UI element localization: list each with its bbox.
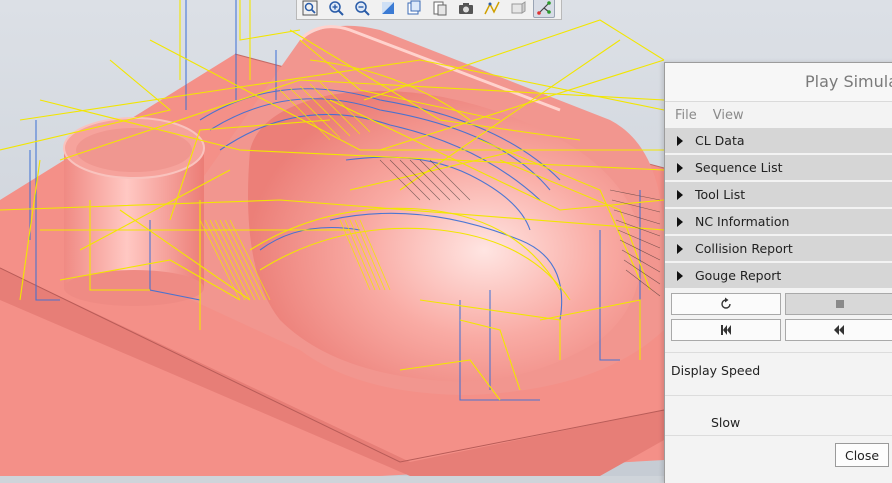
expand-arrow-icon	[677, 216, 683, 227]
section-nc-information[interactable]: NC Information	[665, 209, 892, 234]
step-back-button[interactable]	[785, 319, 892, 341]
hide-icon[interactable]	[507, 0, 529, 18]
expand-arrow-icon	[677, 243, 683, 254]
menu-view[interactable]: View	[713, 108, 744, 123]
panel-title[interactable]: Play Simulat	[665, 63, 892, 102]
expand-arrow-icon	[677, 135, 683, 146]
playback-controls	[665, 290, 892, 348]
section-gouge-report[interactable]: Gouge Report	[665, 263, 892, 288]
divider	[665, 395, 892, 396]
rewind-icon	[834, 325, 844, 335]
zoom-fit-icon[interactable]	[299, 0, 321, 18]
section-label: Tool List	[695, 187, 746, 202]
section-cl-data[interactable]: CL Data	[665, 128, 892, 153]
section-label: CL Data	[695, 133, 745, 148]
stop-button[interactable]	[785, 293, 892, 315]
expand-arrow-icon	[677, 270, 683, 281]
zoom-out-icon[interactable]	[351, 0, 373, 18]
section-label: Gouge Report	[695, 268, 782, 283]
expand-arrow-icon	[677, 189, 683, 200]
section-tool-list[interactable]: Tool List	[665, 182, 892, 207]
view-toolbar	[296, 0, 562, 20]
section-collision-report[interactable]: Collision Report	[665, 236, 892, 261]
menu-bar: File View	[665, 102, 892, 128]
stop-icon	[836, 300, 844, 308]
section-label: Sequence List	[695, 160, 783, 175]
close-button[interactable]: Close	[835, 443, 889, 467]
section-label: Collision Report	[695, 241, 793, 256]
saved-views-icon[interactable]	[403, 0, 425, 18]
section-sequence-list[interactable]: Sequence List	[665, 155, 892, 180]
slow-label: Slow	[711, 415, 741, 430]
rewind-loop-icon	[721, 297, 731, 309]
skip-back-icon	[721, 325, 731, 335]
restart-button[interactable]	[671, 293, 781, 315]
zoom-in-icon[interactable]	[325, 0, 347, 18]
display-speed-label: Display Speed	[671, 363, 761, 378]
section-label: NC Information	[695, 214, 790, 229]
play-simulation-panel: Play Simulat File View CL Data Sequence …	[664, 62, 892, 483]
view-shade-icon[interactable]	[377, 0, 399, 18]
go-to-start-button[interactable]	[671, 319, 781, 341]
divider	[665, 435, 892, 436]
toolpath-display-icon[interactable]	[481, 0, 503, 18]
screenshot-icon[interactable]	[455, 0, 477, 18]
path-display-icon[interactable]	[533, 0, 555, 18]
divider	[665, 352, 892, 353]
cylinder-feature	[63, 117, 205, 306]
expand-arrow-icon	[677, 162, 683, 173]
display-style-icon[interactable]	[429, 0, 451, 18]
menu-file[interactable]: File	[675, 108, 697, 123]
